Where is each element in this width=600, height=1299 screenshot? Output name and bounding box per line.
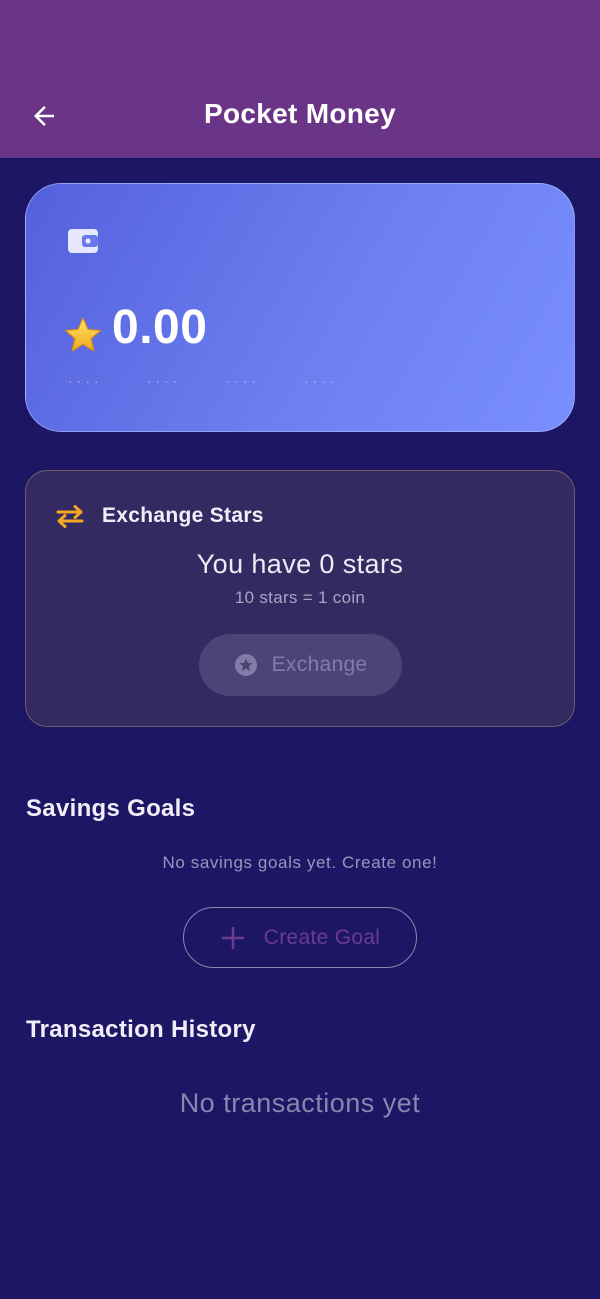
wallet-icon xyxy=(68,229,98,253)
masked-group: ···· xyxy=(68,373,103,389)
star-emoji-icon xyxy=(64,316,102,352)
savings-empty-message: No savings goals yet. Create one! xyxy=(162,853,438,872)
exchange-rate-text: 10 stars = 1 coin xyxy=(234,588,366,607)
app-bar: Pocket Money xyxy=(0,0,600,158)
exchange-stars-card: Exchange Stars You have 0 stars 10 stars… xyxy=(25,470,575,727)
transactions-empty-message: No transactions yet xyxy=(179,1088,421,1118)
exchange-header: Exchange Stars xyxy=(54,503,264,529)
create-goal-label: Create Goal xyxy=(263,925,381,949)
wallet-balance-card: 0.00 ···· ···· ···· ···· xyxy=(25,183,575,432)
stars-count-text: You have 0 stars xyxy=(196,549,404,579)
transaction-history-heading: Transaction History xyxy=(26,1016,256,1043)
balance-amount: 0.00 xyxy=(112,301,208,354)
page-title: Pocket Money xyxy=(204,98,396,129)
create-goal-button[interactable]: Create Goal xyxy=(183,907,417,968)
pocket-money-screen: Pocket Money 0.00 ···· ···· ···· ···· Ex… xyxy=(0,0,600,1299)
savings-goals-heading: Savings Goals xyxy=(26,795,196,822)
masked-group: ···· xyxy=(146,373,182,389)
masked-group: ···· xyxy=(303,373,339,389)
plus-icon xyxy=(221,926,245,949)
star-circle-icon xyxy=(234,654,257,676)
masked-group: ···· xyxy=(225,373,260,389)
exchange-title: Exchange Stars xyxy=(102,504,264,527)
balance-row: 0.00 xyxy=(64,300,207,355)
swap-arrows-icon xyxy=(56,505,84,528)
masked-card-number: ···· ···· ···· ···· xyxy=(68,374,339,388)
exchange-button[interactable]: Exchange xyxy=(199,634,402,696)
exchange-button-label: Exchange xyxy=(271,653,368,676)
